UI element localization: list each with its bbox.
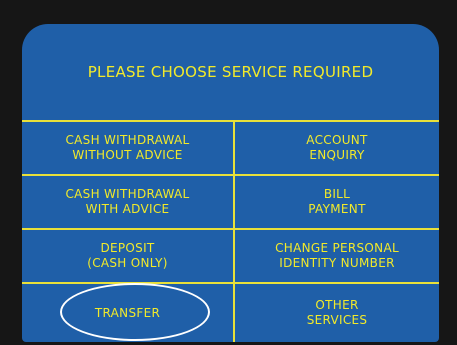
cash-withdrawal-with-advice-button[interactable]: CASH WITHDRAWAL WITH ADVICE — [22, 176, 233, 228]
atm-bezel: PLEASE CHOOSE SERVICE REQUIRED CASH WITH… — [0, 0, 457, 345]
change-pin-button[interactable]: CHANGE PERSONAL IDENTITY NUMBER — [235, 230, 439, 282]
account-enquiry-button[interactable]: ACCOUNT ENQUIRY — [235, 122, 439, 174]
other-services-button[interactable]: OTHER SERVICES — [235, 284, 439, 342]
bill-payment-button[interactable]: BILL PAYMENT — [235, 176, 439, 228]
transfer-button[interactable]: TRANSFER — [22, 284, 233, 342]
cash-withdrawal-without-advice-button[interactable]: CASH WITHDRAWAL WITHOUT ADVICE — [22, 122, 233, 174]
deposit-cash-only-button[interactable]: DEPOSIT (CASH ONLY) — [22, 230, 233, 282]
atm-screen: PLEASE CHOOSE SERVICE REQUIRED CASH WITH… — [22, 24, 439, 342]
screen-title: PLEASE CHOOSE SERVICE REQUIRED — [87, 63, 374, 81]
